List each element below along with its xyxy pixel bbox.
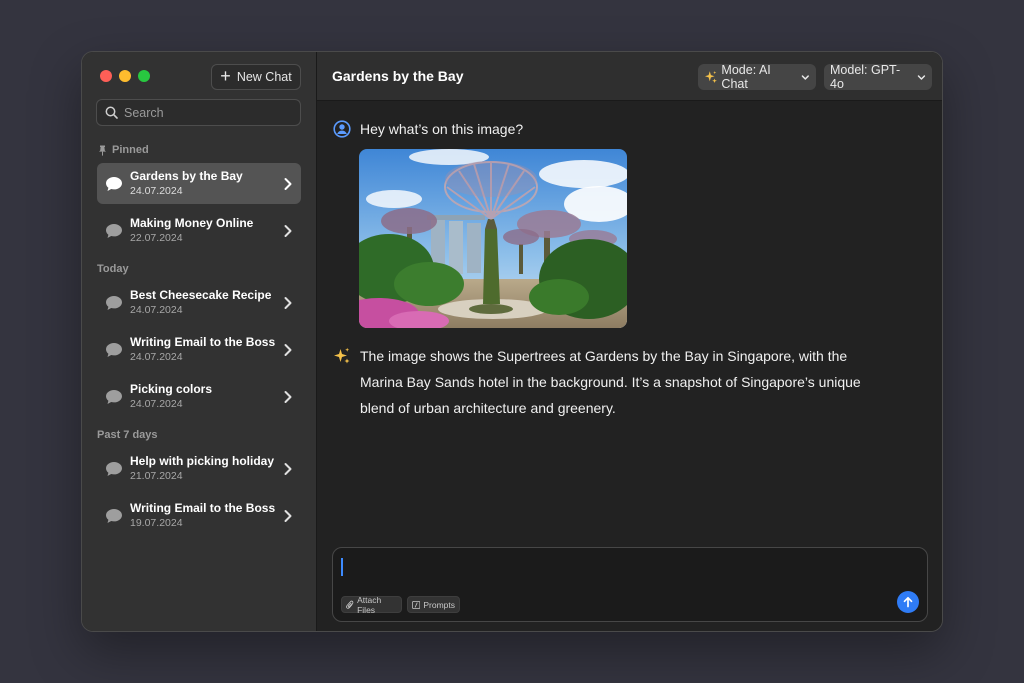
chevron-right-icon bbox=[284, 462, 292, 475]
chat-item-title: Best Cheesecake Recipe bbox=[130, 288, 272, 302]
assistant-message: The image shows the Supertrees at Garden… bbox=[333, 343, 880, 421]
app-window: + New Chat Pinned Gardens by the bbox=[81, 51, 943, 632]
attach-files-label: Attach Files bbox=[357, 594, 382, 615]
chat-item-title: Picking colors bbox=[130, 382, 213, 396]
mode-label: Mode: AI Chat bbox=[721, 63, 771, 91]
chat-item-help-with-picking-holiday[interactable]: Help with picking holiday 21.07.2024 bbox=[97, 448, 301, 489]
plus-icon: + bbox=[220, 66, 231, 86]
past-7-days-section-label: Past 7 days bbox=[97, 429, 158, 441]
chat-item-title: Making Money Online bbox=[130, 216, 254, 230]
attach-files-button[interactable]: Attach Files bbox=[341, 594, 402, 615]
chevron-down-icon bbox=[917, 74, 926, 80]
assistant-message-text: The image shows the Supertrees at Garden… bbox=[360, 348, 861, 416]
pinned-label: Pinned bbox=[112, 144, 149, 156]
zoom-window-button[interactable] bbox=[138, 70, 150, 82]
mode-dropdown[interactable]: Mode: AI Chat bbox=[698, 63, 816, 91]
chat-item-making-money-online[interactable]: Making Money Online 22.07.2024 bbox=[97, 210, 301, 251]
chat-item-date: 24.07.2024 bbox=[130, 351, 183, 363]
chat-item-date: 21.07.2024 bbox=[130, 470, 183, 482]
speech-bubble-icon bbox=[106, 461, 122, 476]
chat-item-writing-email-to-the-boss[interactable]: Writing Email to the Boss 24.07.2024 bbox=[97, 329, 301, 370]
speech-bubble-icon bbox=[106, 223, 122, 238]
speech-bubble-icon bbox=[106, 389, 122, 404]
chat-item-best-cheesecake-recipe[interactable]: Best Cheesecake Recipe 24.07.2024 bbox=[97, 282, 301, 323]
paperclip-icon bbox=[346, 600, 354, 609]
window-controls bbox=[100, 70, 150, 82]
speech-bubble-icon bbox=[106, 342, 122, 357]
user-message-text: Hey what’s on this image? bbox=[360, 121, 524, 137]
chevron-right-icon bbox=[284, 509, 292, 522]
chat-item-title: Gardens by the Bay bbox=[130, 169, 243, 183]
model-dropdown[interactable]: Model: GPT-4o bbox=[824, 63, 932, 91]
chevron-right-icon bbox=[284, 177, 292, 190]
prompts-button[interactable]: Prompts bbox=[407, 596, 460, 613]
sidebar: + New Chat Pinned Gardens by the bbox=[82, 52, 317, 631]
search-icon bbox=[105, 106, 118, 119]
chat-item-date: 24.07.2024 bbox=[130, 398, 183, 410]
attached-image[interactable] bbox=[359, 149, 627, 328]
chat-item-title: Writing Email to the Boss bbox=[130, 501, 276, 515]
slash-icon bbox=[412, 600, 421, 609]
chat-item-date: 24.07.2024 bbox=[130, 304, 183, 316]
page-title: Gardens by the Bay bbox=[332, 68, 464, 84]
user-circle-icon bbox=[333, 120, 351, 138]
chat-item-writing-email-to-the-boss-2[interactable]: Writing Email to the Boss 19.07.2024 bbox=[97, 495, 301, 536]
speech-bubble-icon bbox=[106, 508, 122, 523]
sparkles-icon bbox=[334, 347, 350, 364]
search-box[interactable] bbox=[96, 99, 301, 126]
sparkles-icon bbox=[704, 71, 717, 84]
chat-item-date: 22.07.2024 bbox=[130, 232, 183, 244]
search-input[interactable] bbox=[124, 105, 294, 120]
chat-main: Gardens by the Bay Mode: AI Chat Model: … bbox=[317, 52, 942, 631]
speech-bubble-icon bbox=[106, 295, 122, 310]
supertrees-photo bbox=[359, 149, 627, 328]
chevron-right-icon bbox=[284, 390, 292, 403]
chat-item-date: 24.07.2024 bbox=[130, 185, 183, 197]
minimize-window-button[interactable] bbox=[119, 70, 131, 82]
pinned-section-label: Pinned bbox=[97, 144, 149, 156]
model-label: Model: GPT-4o bbox=[830, 63, 901, 91]
chat-item-gardens-by-the-bay[interactable]: Gardens by the Bay 24.07.2024 bbox=[97, 163, 301, 204]
chevron-right-icon bbox=[284, 343, 292, 356]
chat-item-picking-colors[interactable]: Picking colors 24.07.2024 bbox=[97, 376, 301, 417]
prompts-label: Prompts bbox=[423, 599, 455, 610]
chat-item-title: Help with picking holiday bbox=[130, 454, 275, 468]
pin-icon bbox=[99, 145, 106, 156]
chevron-right-icon bbox=[284, 224, 292, 237]
today-section-label: Today bbox=[97, 263, 129, 275]
arrow-up-icon bbox=[903, 596, 913, 608]
new-chat-label: New Chat bbox=[236, 70, 292, 84]
chevron-right-icon bbox=[284, 296, 292, 309]
send-button[interactable] bbox=[897, 591, 919, 613]
user-message: Hey what’s on this image? bbox=[333, 120, 523, 138]
message-composer[interactable]: Attach Files Prompts bbox=[332, 547, 928, 622]
message-input[interactable] bbox=[345, 556, 905, 578]
chat-item-title: Writing Email to the Boss bbox=[130, 335, 276, 349]
chevron-down-icon bbox=[802, 74, 810, 80]
close-window-button[interactable] bbox=[100, 70, 112, 82]
new-chat-button[interactable]: + New Chat bbox=[211, 64, 301, 90]
chat-item-date: 19.07.2024 bbox=[130, 517, 183, 529]
chat-header: Gardens by the Bay Mode: AI Chat Model: … bbox=[317, 52, 942, 101]
speech-bubble-icon bbox=[106, 176, 122, 191]
text-caret bbox=[341, 558, 343, 576]
